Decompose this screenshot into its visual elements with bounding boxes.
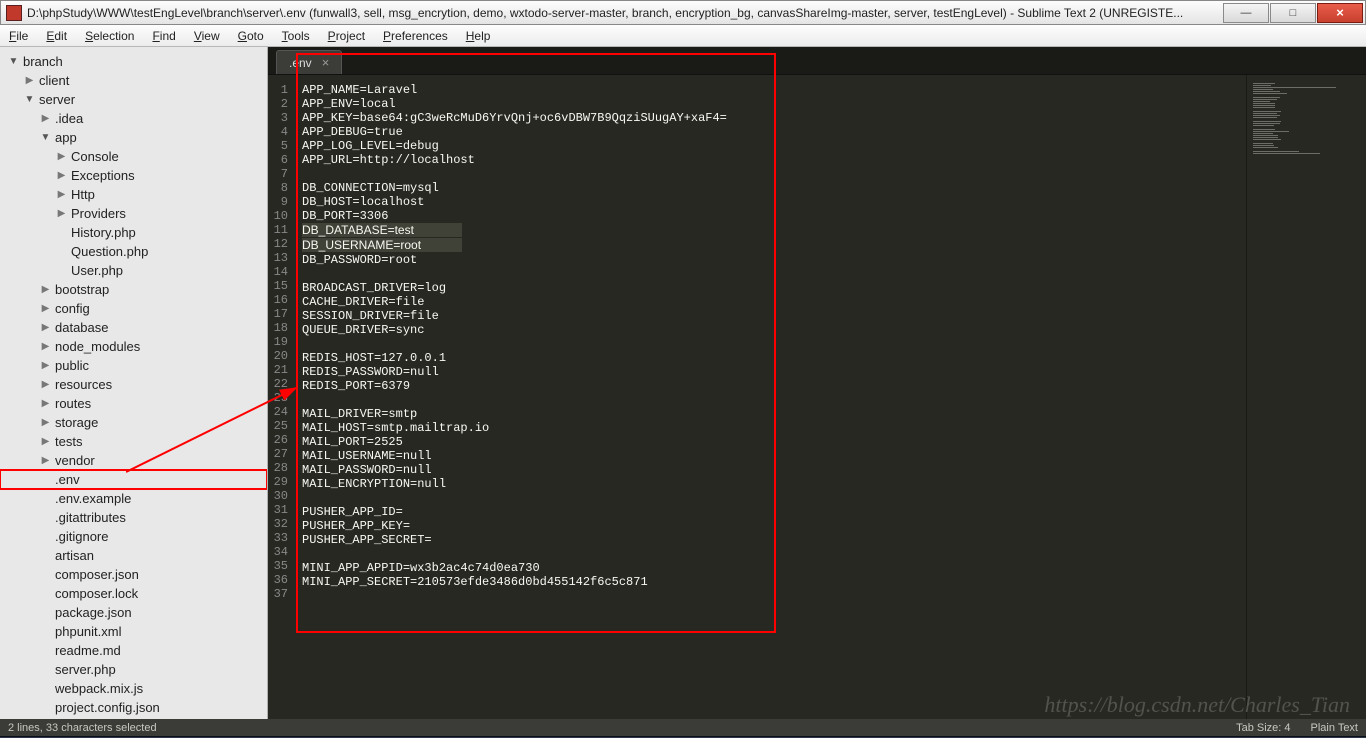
menu-project[interactable]: Project [319, 29, 374, 43]
window-title: D:\phpStudy\WWW\testEngLevel\branch\serv… [27, 6, 1223, 20]
code-editor[interactable]: APP_NAME=Laravel APP_ENV=local APP_KEY=b… [294, 75, 1246, 719]
tree-item[interactable]: ▶routes [0, 394, 267, 413]
tree-item[interactable]: package.json [0, 603, 267, 622]
menu-goto[interactable]: Goto [229, 29, 273, 43]
tree-item[interactable]: server.php [0, 660, 267, 679]
sidebar[interactable]: ▼branch▶client▼server▶.idea▼app▶Console▶… [0, 47, 268, 719]
tab-env[interactable]: .env × [276, 50, 342, 74]
menu-preferences[interactable]: Preferences [374, 29, 457, 43]
tree-item[interactable]: project.config.json [0, 698, 267, 717]
statusbar: 2 lines, 33 characters selected Tab Size… [0, 719, 1366, 736]
tree-item[interactable]: ▼server [0, 90, 267, 109]
menu-view[interactable]: View [185, 29, 229, 43]
tree-item[interactable]: ▶Exceptions [0, 166, 267, 185]
tree-item[interactable]: ▼branch [0, 52, 267, 71]
tree-item[interactable]: ▶resources [0, 375, 267, 394]
tree-item[interactable]: ▶.idea [0, 109, 267, 128]
tree-item[interactable]: ▶client [0, 71, 267, 90]
tab-label: .env [289, 56, 312, 70]
menu-find[interactable]: Find [143, 29, 184, 43]
tree-item[interactable]: readme.md [0, 641, 267, 660]
menu-file[interactable]: File [0, 29, 37, 43]
tree-item[interactable]: composer.lock [0, 584, 267, 603]
tree-item[interactable]: ▶public [0, 356, 267, 375]
close-button[interactable]: × [1317, 3, 1363, 23]
tab-close-icon[interactable]: × [322, 55, 330, 70]
status-selection: 2 lines, 33 characters selected [8, 722, 157, 734]
tree-item[interactable]: ▶tests [0, 432, 267, 451]
tree-item[interactable]: History.php [0, 223, 267, 242]
menu-help[interactable]: Help [457, 29, 500, 43]
minimap[interactable] [1246, 75, 1366, 719]
tree-item[interactable]: .env.example [0, 489, 267, 508]
tree-item[interactable]: ▶node_modules [0, 337, 267, 356]
tree-item[interactable]: .env [0, 470, 267, 489]
editor-wrap: 1 2 3 4 5 6 7 8 9 10 11 12 13 14 15 16 1… [268, 75, 1366, 719]
workspace: ▼branch▶client▼server▶.idea▼app▶Console▶… [0, 47, 1366, 719]
tree-item[interactable]: User.php [0, 261, 267, 280]
tabstrip: .env × [268, 47, 1366, 75]
tree-item[interactable]: ▶storage [0, 413, 267, 432]
tree-item[interactable]: ▶vendor [0, 451, 267, 470]
tree-item[interactable]: ▼app [0, 128, 267, 147]
tree-item[interactable]: ▶config [0, 299, 267, 318]
minimize-button[interactable]: — [1223, 3, 1269, 23]
tree-item[interactable]: artisan [0, 546, 267, 565]
tree-item[interactable]: ▶Console [0, 147, 267, 166]
tree-item[interactable]: webpack.mix.js [0, 679, 267, 698]
status-syntax[interactable]: Plain Text [1311, 722, 1359, 734]
tree-item[interactable]: .gitattributes [0, 508, 267, 527]
menu-edit[interactable]: Edit [37, 29, 76, 43]
tree-item[interactable]: Question.php [0, 242, 267, 261]
menubar: FileEditSelectionFindViewGotoToolsProjec… [0, 25, 1366, 47]
app-icon [6, 5, 22, 21]
tree-item[interactable]: composer.json [0, 565, 267, 584]
window-buttons: — □ × [1223, 3, 1363, 23]
tree-item[interactable]: ▶database [0, 318, 267, 337]
tree-item[interactable]: phpunit.xml [0, 622, 267, 641]
tree-item[interactable]: ▶Http [0, 185, 267, 204]
tree-item[interactable]: .gitignore [0, 527, 267, 546]
menu-selection[interactable]: Selection [76, 29, 143, 43]
status-tabsize[interactable]: Tab Size: 4 [1236, 722, 1290, 734]
maximize-button[interactable]: □ [1270, 3, 1316, 23]
menu-tools[interactable]: Tools [273, 29, 319, 43]
editor-area: .env × 1 2 3 4 5 6 7 8 9 10 11 12 13 14 … [268, 47, 1366, 719]
gutter: 1 2 3 4 5 6 7 8 9 10 11 12 13 14 15 16 1… [268, 75, 294, 719]
tree-item[interactable]: ▶bootstrap [0, 280, 267, 299]
tree-item[interactable]: ▶Providers [0, 204, 267, 223]
window-titlebar: D:\phpStudy\WWW\testEngLevel\branch\serv… [0, 0, 1366, 25]
